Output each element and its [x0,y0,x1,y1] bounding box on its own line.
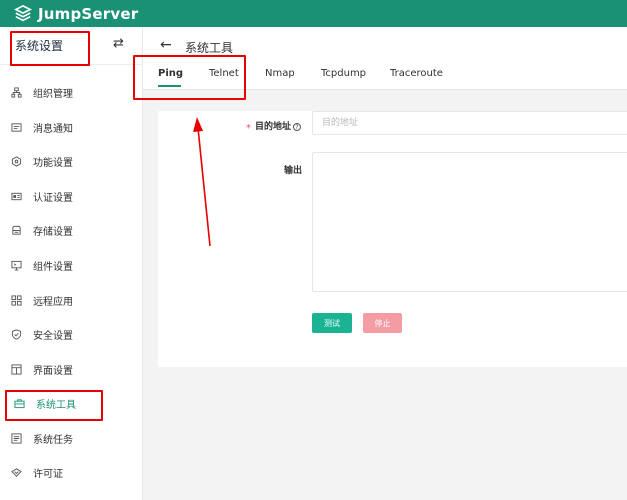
annotation-box-tabs [133,55,246,100]
back-arrow-icon[interactable]: ← [160,37,172,53]
brand-name: JumpServer [38,4,139,23]
sidebar-item-label: 组织管理 [33,88,73,100]
output-area[interactable] [312,152,627,292]
target-label-text: 目的地址 [255,122,292,132]
help-icon[interactable]: ? [293,123,302,131]
stop-button[interactable]: 停止 [363,313,402,333]
tool-form-card: * 目的地址? 输出 测试 停止 [158,111,627,367]
task-list-icon [11,432,22,444]
id-card-icon [11,192,22,200]
sidebar-item-remote-apps[interactable]: 远程应用 [0,283,142,317]
tab-nmap[interactable]: Nmap [265,68,295,79]
sidebar-item-messages[interactable]: 消息通知 [0,110,142,144]
sidebar-item-auth[interactable]: 认证设置 [0,179,142,213]
tab-traceroute[interactable]: Traceroute [390,68,443,79]
target-address-input[interactable] [312,111,627,135]
page-title: 系统工具 [185,41,234,55]
sidebar-item-features[interactable]: 功能设置 [0,144,142,178]
swap-arrows-icon[interactable]: ⇄ [113,36,124,51]
sidebar-item-license[interactable]: 许可证 [0,455,142,489]
sidebar-item-security[interactable]: 安全设置 [0,317,142,351]
license-icon [11,467,22,477]
output-label: 输出 [284,166,303,176]
sidebar-item-label: 许可证 [33,468,63,480]
sidebar-item-label: 界面设置 [33,365,73,377]
shield-icon [11,328,22,340]
sidebar-item-label: 消息通知 [33,123,73,135]
feature-hexagon-icon [11,155,22,167]
sidebar: 系统设置 ⇄ 组织管理 消息通知 功能设置 认证设置 存储设置 组件设置 远程应… [0,27,143,500]
sidebar-item-label: 远程应用 [33,296,73,308]
annotation-box-sidebar-title [10,31,90,66]
sidebar-item-interface[interactable]: 界面设置 [0,352,142,386]
storage-icon [12,225,21,235]
sidebar-item-storage[interactable]: 存储设置 [0,213,142,247]
top-bar: JumpServer [0,0,627,27]
sidebar-item-label: 功能设置 [33,157,73,169]
sidebar-item-label: 系统任务 [33,434,73,446]
sidebar-item-label: 认证设置 [33,192,73,204]
org-tree-icon [11,86,22,98]
sidebar-item-label: 存储设置 [33,226,73,238]
sidebar-item-system-tasks[interactable]: 系统任务 [0,421,142,455]
tab-tcpdump[interactable]: Tcpdump [321,68,366,79]
sidebar-item-components[interactable]: 组件设置 [0,248,142,282]
logo[interactable]: JumpServer [14,3,138,24]
monitor-icon [11,260,22,271]
jumpserver-logo-icon [14,4,32,21]
sidebar-item-label: 安全设置 [33,330,73,342]
test-button[interactable]: 测试 [312,313,352,333]
sidebar-item-label: 组件设置 [33,261,73,273]
annotation-box-system-tools [5,390,103,421]
target-label: 目的地址? [255,119,302,132]
apps-grid-icon [11,294,22,306]
layout-icon [11,363,22,375]
required-marker: * [246,123,251,134]
sidebar-item-org[interactable]: 组织管理 [0,75,142,109]
message-icon [11,122,22,132]
